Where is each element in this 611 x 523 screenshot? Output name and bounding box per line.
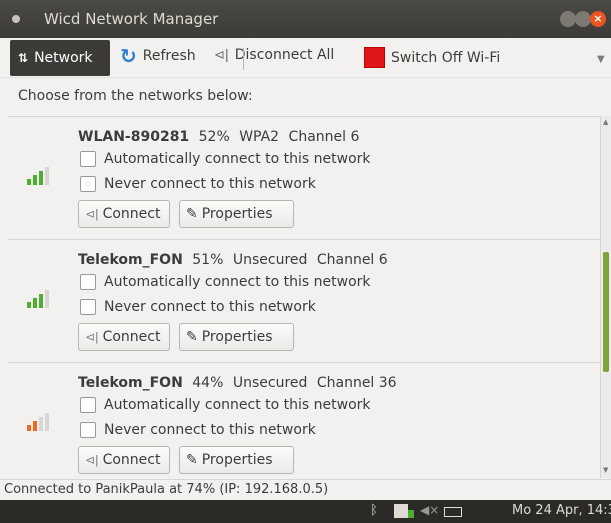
properties-label: Properties bbox=[201, 452, 273, 468]
toolbar-separator bbox=[243, 48, 244, 70]
battery-icon[interactable] bbox=[444, 507, 462, 517]
toolbar-overflow-icon[interactable]: ▼ bbox=[597, 54, 605, 65]
window-title: Wicd Network Manager bbox=[44, 10, 219, 28]
connect-button[interactable]: ⊲ǀ Connect bbox=[78, 446, 170, 474]
checkbox-box[interactable] bbox=[80, 299, 96, 315]
network-strength: 51% bbox=[192, 252, 224, 268]
network-label: Network bbox=[34, 50, 93, 66]
network-list-prompt: Choose from the networks below: bbox=[18, 88, 253, 104]
network-arrows-icon: ⇅ bbox=[18, 51, 29, 65]
network-header: Telekom_FON 44% Unsecured Channel 36 bbox=[78, 375, 402, 391]
never-connect-checkbox[interactable]: Never connect to this network bbox=[80, 176, 316, 192]
checkbox-box[interactable] bbox=[80, 274, 96, 290]
refresh-button[interactable]: ↻ Refresh bbox=[120, 44, 196, 68]
plug-icon: ⊲ǀ bbox=[85, 330, 99, 344]
properties-label: Properties bbox=[201, 329, 273, 345]
plug-icon: ⊲ǀ bbox=[85, 207, 99, 221]
network-essid: Telekom_FON bbox=[78, 252, 183, 268]
plug-icon: ⊲ǀ bbox=[214, 47, 229, 63]
scroll-down-icon[interactable]: ▼ bbox=[603, 466, 608, 474]
system-panel: ᛒ ◀× Mo 24 Apr, 14:3 bbox=[0, 500, 611, 523]
network-list-scrollbar[interactable]: ▲ ▼ bbox=[600, 116, 611, 478]
connect-button[interactable]: ⊲ǀ Connect bbox=[78, 200, 170, 228]
never-connect-label: Never connect to this network bbox=[104, 422, 316, 438]
never-connect-checkbox[interactable]: Never connect to this network bbox=[80, 299, 316, 315]
close-button[interactable]: × bbox=[590, 11, 606, 27]
connect-label: Connect bbox=[102, 329, 161, 345]
network-channel: Channel 6 bbox=[288, 129, 360, 145]
pencil-icon: ✎ bbox=[186, 206, 198, 222]
window-menu-icon[interactable] bbox=[12, 15, 20, 23]
red-square-icon bbox=[364, 47, 385, 68]
network-security: Unsecured bbox=[232, 375, 308, 391]
checkbox-box[interactable] bbox=[80, 151, 96, 167]
network-strength: 44% bbox=[192, 375, 224, 391]
network-entry: WLAN-890281 52% WPA2 Channel 6 Automatic… bbox=[8, 117, 600, 240]
properties-label: Properties bbox=[201, 206, 273, 222]
network-entry: Telekom_FON 44% Unsecured Channel 36 Aut… bbox=[8, 363, 600, 478]
auto-connect-checkbox[interactable]: Automatically connect to this network bbox=[80, 397, 371, 413]
network-indicator-icon[interactable] bbox=[394, 504, 414, 518]
network-header: WLAN-890281 52% WPA2 Channel 6 bbox=[78, 129, 364, 145]
network-essid: WLAN-890281 bbox=[78, 129, 190, 145]
network-header: Telekom_FON 51% Unsecured Channel 6 bbox=[78, 252, 393, 268]
auto-connect-checkbox[interactable]: Automatically connect to this network bbox=[80, 151, 371, 167]
signal-strength-icon bbox=[27, 290, 49, 308]
signal-strength-icon bbox=[27, 167, 49, 185]
auto-connect-checkbox[interactable]: Automatically connect to this network bbox=[80, 274, 371, 290]
refresh-label: Refresh bbox=[142, 48, 196, 64]
checkbox-box[interactable] bbox=[80, 422, 96, 438]
network-security: Unsecured bbox=[232, 252, 308, 268]
plug-icon: ⊲ǀ bbox=[85, 453, 99, 467]
auto-connect-label: Automatically connect to this network bbox=[104, 397, 371, 413]
scroll-up-icon[interactable]: ▲ bbox=[603, 118, 608, 126]
auto-connect-label: Automatically connect to this network bbox=[104, 151, 371, 167]
pencil-icon: ✎ bbox=[186, 329, 198, 345]
refresh-icon: ↻ bbox=[120, 44, 137, 68]
connect-label: Connect bbox=[102, 206, 161, 222]
network-security: WPA2 bbox=[239, 129, 280, 145]
maximize-button[interactable] bbox=[575, 11, 591, 27]
disconnect-label: Disconnect All bbox=[234, 47, 335, 63]
minimize-button[interactable] bbox=[560, 11, 576, 27]
never-connect-checkbox[interactable]: Never connect to this network bbox=[80, 422, 316, 438]
checkbox-box[interactable] bbox=[80, 176, 96, 192]
volume-muted-icon[interactable]: ◀× bbox=[420, 503, 439, 517]
signal-strength-icon bbox=[27, 413, 49, 431]
wifi-off-label: Switch Off Wi-Fi bbox=[391, 49, 501, 66]
properties-button[interactable]: ✎ Properties bbox=[179, 446, 294, 474]
never-connect-label: Never connect to this network bbox=[104, 176, 316, 192]
network-menu-button[interactable]: ⇅ Network bbox=[10, 40, 110, 76]
network-essid: Telekom_FON bbox=[78, 375, 183, 391]
network-list[interactable]: WLAN-890281 52% WPA2 Channel 6 Automatic… bbox=[8, 116, 611, 478]
connect-button[interactable]: ⊲ǀ Connect bbox=[78, 323, 170, 351]
properties-button[interactable]: ✎ Properties bbox=[179, 323, 294, 351]
network-strength: 52% bbox=[198, 129, 230, 145]
panel-clock[interactable]: Mo 24 Apr, 14:3 bbox=[512, 503, 611, 518]
auto-connect-label: Automatically connect to this network bbox=[104, 274, 371, 290]
bluetooth-icon[interactable]: ᛒ bbox=[370, 503, 378, 518]
checkbox-box[interactable] bbox=[80, 397, 96, 413]
connect-label: Connect bbox=[102, 452, 161, 468]
window-titlebar: Wicd Network Manager × bbox=[0, 0, 611, 38]
toolbar: ⇅ Network ↻ Refresh ⊲ǀ Disconnect All Sw… bbox=[0, 38, 611, 78]
disconnect-all-button[interactable]: ⊲ǀ Disconnect All bbox=[214, 47, 334, 63]
network-entry: Telekom_FON 51% Unsecured Channel 6 Auto… bbox=[8, 240, 600, 363]
scrollbar-thumb[interactable] bbox=[603, 252, 609, 372]
network-channel: Channel 36 bbox=[316, 375, 397, 391]
pencil-icon: ✎ bbox=[186, 452, 198, 468]
status-bar: Connected to PanikPaula at 74% (IP: 192.… bbox=[0, 479, 611, 500]
never-connect-label: Never connect to this network bbox=[104, 299, 316, 315]
properties-button[interactable]: ✎ Properties bbox=[179, 200, 294, 228]
switch-off-wifi-button[interactable]: Switch Off Wi-Fi bbox=[364, 47, 500, 68]
network-channel: Channel 6 bbox=[316, 252, 388, 268]
